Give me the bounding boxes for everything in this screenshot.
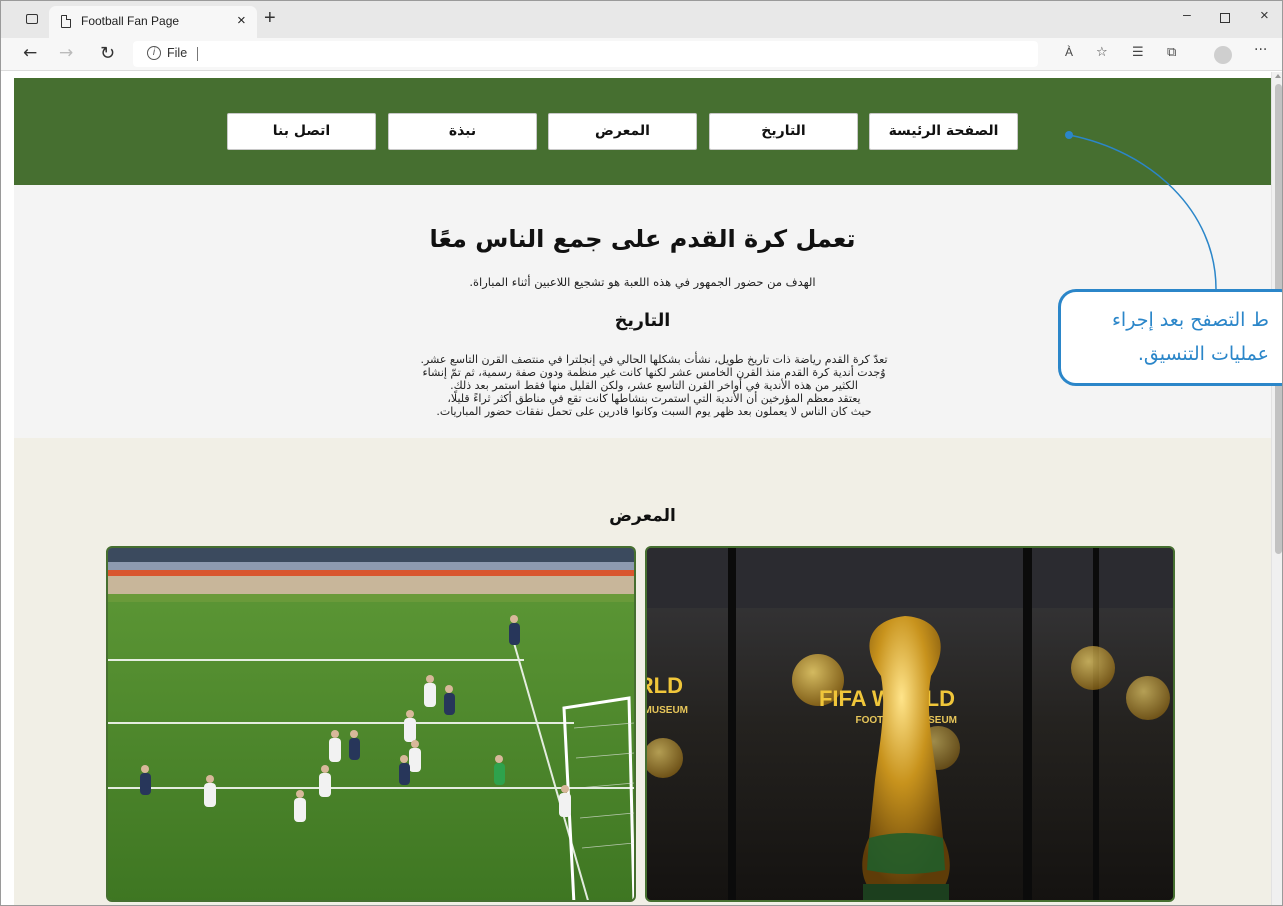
browser-window: Football Fan Page × + – × ← → ↻ i File A… <box>0 0 1283 906</box>
minimize-icon[interactable]: – <box>1183 6 1191 22</box>
collections-icon[interactable]: ⧉ <box>1167 45 1176 60</box>
football-match-photo <box>106 546 636 902</box>
nav-gallery-button[interactable]: المعرض <box>548 113 697 150</box>
nav-history-button[interactable]: التاريخ <box>709 113 858 150</box>
read-aloud-icon[interactable]: À <box>1065 45 1073 59</box>
gallery-section: المعرض LD MUSEUM FIFA MUSEUM <box>14 438 1271 905</box>
nav-about-button[interactable]: نبذة <box>388 113 537 150</box>
close-window-icon[interactable]: × <box>1260 7 1269 24</box>
history-line: يعتقد معظم المؤرخين أن الأندية التي استم… <box>447 392 861 405</box>
gallery-heading: المعرض <box>609 506 676 526</box>
new-tab-icon[interactable]: + <box>264 7 276 29</box>
forward-icon[interactable]: → <box>59 43 73 63</box>
scroll-up-icon[interactable] <box>1275 74 1281 78</box>
history-line: وُجدت أندية كرة القدم منذ القرن الخامس ع… <box>422 366 886 379</box>
browser-toolbar: ← → ↻ i File À ☆ ☰ ⧉ ··· <box>1 38 1282 71</box>
info-icon[interactable]: i <box>147 46 161 60</box>
world-cup-trophy-photo: FIFA WORLD FOOTBALL MUSEUM FIFA WORLD FO… <box>645 546 1175 902</box>
page-viewport: الصفحة الرئيسة التاريخ المعرض نبذة اتصل … <box>1 72 1271 905</box>
match-image <box>108 548 634 900</box>
tab-strip: Football Fan Page × + – × <box>1 1 1282 38</box>
browser-tab[interactable]: Football Fan Page × <box>49 6 257 38</box>
tab-close-icon[interactable]: × <box>237 12 246 29</box>
back-icon[interactable]: ← <box>23 43 37 63</box>
nav-home-button[interactable]: الصفحة الرئيسة <box>869 113 1018 150</box>
tab-title: Football Fan Page <box>81 14 180 28</box>
callout-text: ط التصفح بعد إجراء عمليات التنسيق. <box>1061 303 1269 371</box>
page-subtitle: الهدف من حضور الجمهور في هذه اللعبة هو ت… <box>469 275 816 289</box>
callout-line: عمليات التنسيق. <box>1137 343 1269 365</box>
trophy-sign-text: FIFA WORLD <box>645 673 683 698</box>
reload-icon[interactable]: ↻ <box>100 43 115 64</box>
page-title: تعمل كرة القدم على جمع الناس معًا <box>429 225 856 253</box>
trophy-image: FIFA WORLD FOOTBALL MUSEUM FIFA WORLD FO… <box>645 548 1173 900</box>
more-icon[interactable]: ··· <box>1254 42 1267 58</box>
history-line: تعدّ كرة القدم رياضة ذات تاريخ طويل، نشأ… <box>420 353 888 366</box>
text-cursor <box>197 47 198 61</box>
history-paragraph: تعدّ كرة القدم رياضة ذات تاريخ طويل، نشأ… <box>324 353 984 418</box>
address-bar[interactable]: i File <box>133 41 1038 67</box>
favorites-icon[interactable]: ☰ <box>1132 45 1144 60</box>
scrollbar[interactable] <box>1271 72 1282 905</box>
callout-box: ط التصفح بعد إجراء عمليات التنسيق. <box>1058 289 1282 386</box>
profile-icon[interactable] <box>1214 46 1232 64</box>
page-icon <box>61 15 71 28</box>
callout-dot <box>1065 131 1073 139</box>
history-line: الكثير من هذه الأندية في أواخر القرن الت… <box>450 379 858 392</box>
tab-actions-icon[interactable] <box>26 14 38 24</box>
callout-line: ط التصفح بعد إجراء <box>1112 309 1269 331</box>
nav-contact-button[interactable]: اتصل بنا <box>227 113 376 150</box>
site-header: الصفحة الرئيسة التاريخ المعرض نبذة اتصل … <box>14 78 1271 185</box>
maximize-icon[interactable] <box>1220 13 1230 23</box>
trophy-sign-text: FOOTBALL MUSEUM <box>645 705 688 716</box>
add-favorite-icon[interactable]: ☆ <box>1096 45 1108 60</box>
address-label: File <box>167 46 188 60</box>
history-line: حيث كان الناس لا يعملون بعد ظهر يوم السب… <box>436 405 872 418</box>
